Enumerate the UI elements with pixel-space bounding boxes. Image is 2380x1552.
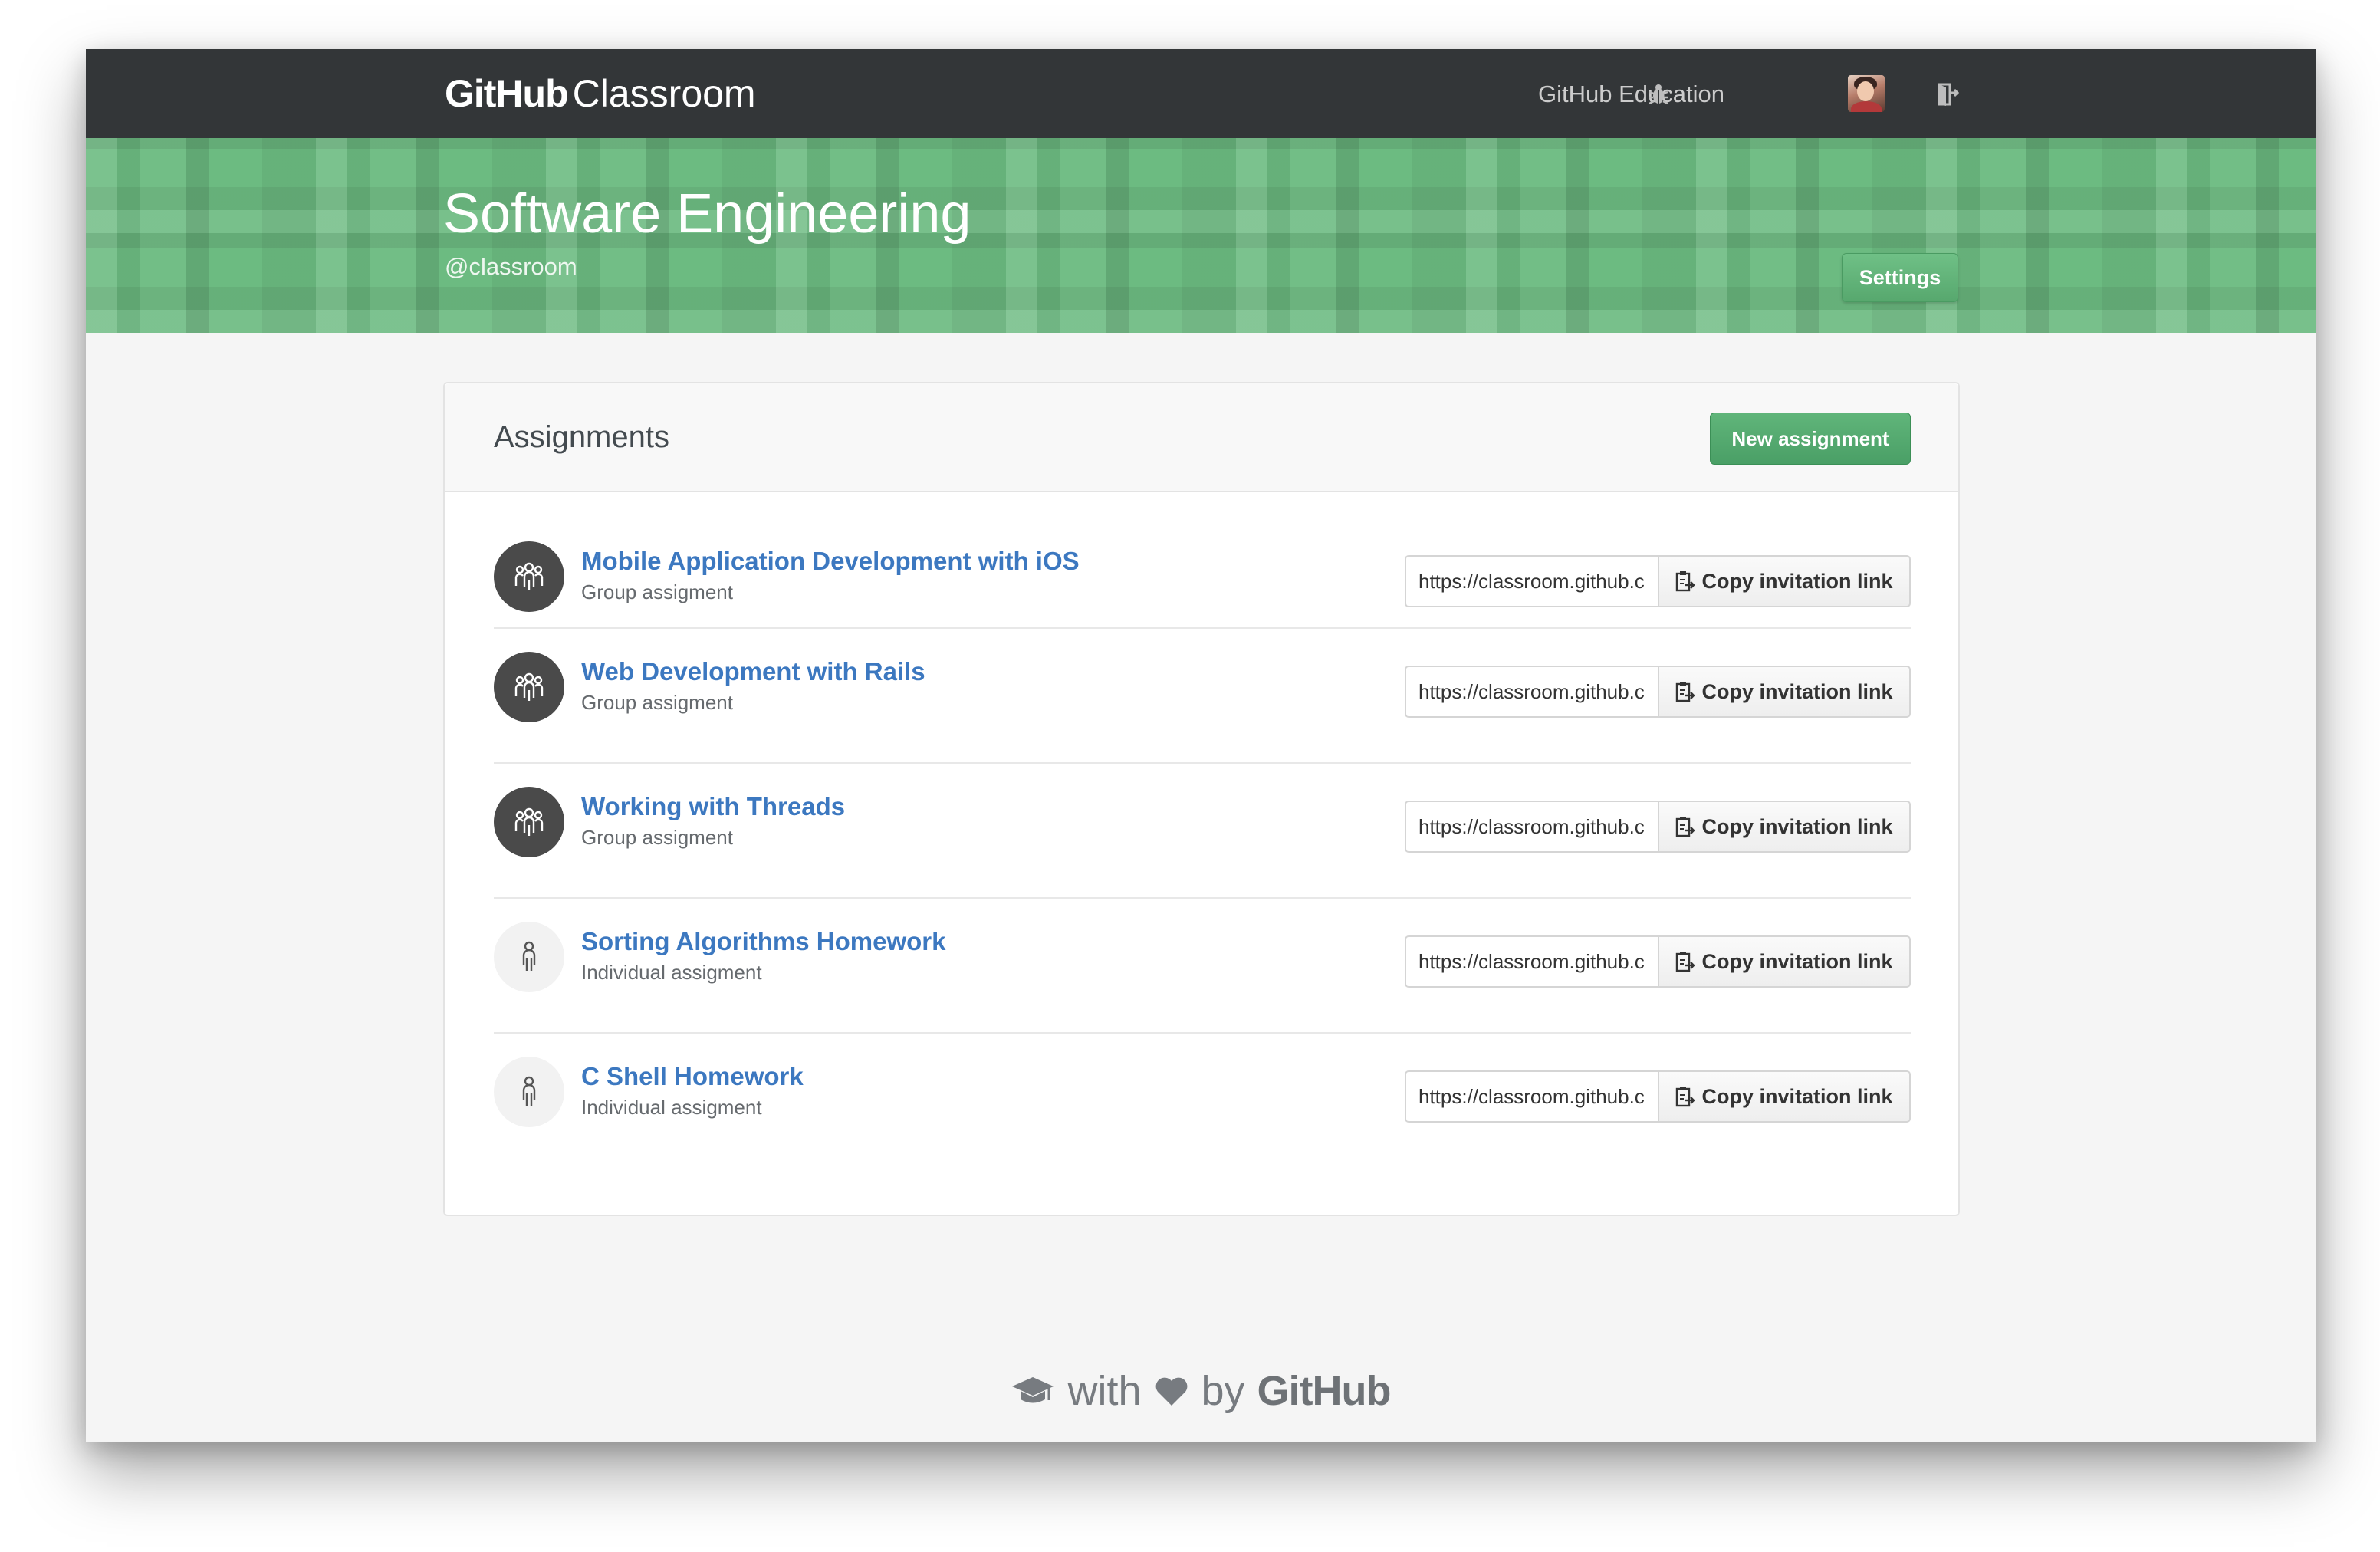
heart-icon <box>1155 1377 1187 1406</box>
assignment-name-link[interactable]: C Shell Homework <box>581 1060 804 1093</box>
clipboard-icon <box>1676 952 1696 972</box>
copy-invitation-link-button[interactable]: Copy invitation link <box>1658 666 1911 718</box>
assignments-header: Assignments New assignment <box>445 383 1958 492</box>
copy-invitation-link-button[interactable]: Copy invitation link <box>1658 1070 1911 1123</box>
assignment-row: Sorting Algorithms Homework Individual a… <box>494 897 1911 1034</box>
course-title: Software Engineering <box>443 183 971 245</box>
course-handle[interactable]: @classroom <box>445 250 577 284</box>
invitation-link-group: Copy invitation link <box>1405 555 1911 607</box>
copy-invitation-link-button[interactable]: Copy invitation link <box>1658 801 1911 853</box>
assignments-panel: Assignments New assignment Mobile Applic… <box>443 382 1960 1216</box>
group-icon <box>494 652 564 722</box>
github-education-link[interactable]: GitHub Education <box>1538 74 1724 115</box>
footer-by: by <box>1201 1368 1245 1414</box>
clipboard-icon <box>1676 682 1696 702</box>
copy-invitation-link-label: Copy invitation link <box>1701 814 1893 838</box>
user-avatar[interactable] <box>1848 75 1885 112</box>
course-banner: Software Engineering @classroom Settings <box>86 138 2316 333</box>
assignment-name-link[interactable]: Mobile Application Development with iOS <box>581 544 1080 578</box>
clipboard-icon <box>1676 571 1696 592</box>
assignment-row: Mobile Application Development with iOS … <box>494 492 1911 627</box>
copy-invitation-link-button[interactable]: Copy invitation link <box>1658 935 1911 988</box>
copy-invitation-link-label: Copy invitation link <box>1701 569 1893 593</box>
settings-button[interactable]: Settings <box>1842 253 1958 302</box>
bug-icon[interactable] <box>1639 75 1678 113</box>
assignment-type: Group assigment <box>581 826 733 849</box>
footer-with: with <box>1067 1368 1142 1414</box>
invitation-link-group: Copy invitation link <box>1405 666 1911 718</box>
assignments-title: Assignments <box>494 420 669 454</box>
new-assignment-button[interactable]: New assignment <box>1710 413 1911 465</box>
assignment-name-link[interactable]: Web Development with Rails <box>581 655 925 689</box>
person-icon <box>494 922 564 992</box>
invitation-link-group: Copy invitation link <box>1405 935 1911 988</box>
browser-window: GitHub Classroom GitHub Education Softwa… <box>86 49 2316 1442</box>
footer: with by GitHub <box>86 1360 2316 1422</box>
assignment-type: Group assigment <box>581 691 733 714</box>
top-navbar: GitHub Classroom GitHub Education <box>86 49 2316 138</box>
group-icon <box>494 787 564 857</box>
invitation-link-input[interactable] <box>1405 555 1658 607</box>
copy-invitation-link-label: Copy invitation link <box>1701 1084 1893 1108</box>
invitation-link-group: Copy invitation link <box>1405 1070 1911 1123</box>
invitation-link-group: Copy invitation link <box>1405 801 1911 853</box>
group-icon <box>494 541 564 612</box>
person-icon <box>494 1057 564 1127</box>
invitation-link-input[interactable] <box>1405 1070 1658 1123</box>
clipboard-icon <box>1676 1087 1696 1107</box>
copy-invitation-link-label: Copy invitation link <box>1701 949 1893 973</box>
assignment-name-link[interactable]: Working with Threads <box>581 790 845 824</box>
brand-classroom: Classroom <box>572 72 756 115</box>
assignment-type: Individual assigment <box>581 1096 762 1119</box>
sign-out-icon[interactable] <box>1929 75 1967 113</box>
invitation-link-input[interactable] <box>1405 801 1658 853</box>
assignment-type: Group assigment <box>581 580 733 603</box>
assignment-row: Working with Threads Group assigment Cop… <box>494 762 1911 899</box>
invitation-link-input[interactable] <box>1405 666 1658 718</box>
assignment-type: Individual assigment <box>581 961 762 984</box>
assignment-row: C Shell Homework Individual assigment Co… <box>494 1032 1911 1169</box>
assignment-row: Web Development with Rails Group assigme… <box>494 627 1911 764</box>
mortarboard-icon <box>1012 1377 1054 1403</box>
copy-invitation-link-button[interactable]: Copy invitation link <box>1658 555 1911 607</box>
footer-github[interactable]: GitHub <box>1257 1367 1392 1415</box>
brand-github: GitHub <box>445 72 569 115</box>
invitation-link-input[interactable] <box>1405 935 1658 988</box>
copy-invitation-link-label: Copy invitation link <box>1701 679 1893 703</box>
clipboard-icon <box>1676 817 1696 837</box>
brand-logo[interactable]: GitHub Classroom <box>445 69 756 118</box>
assignment-name-link[interactable]: Sorting Algorithms Homework <box>581 925 945 958</box>
